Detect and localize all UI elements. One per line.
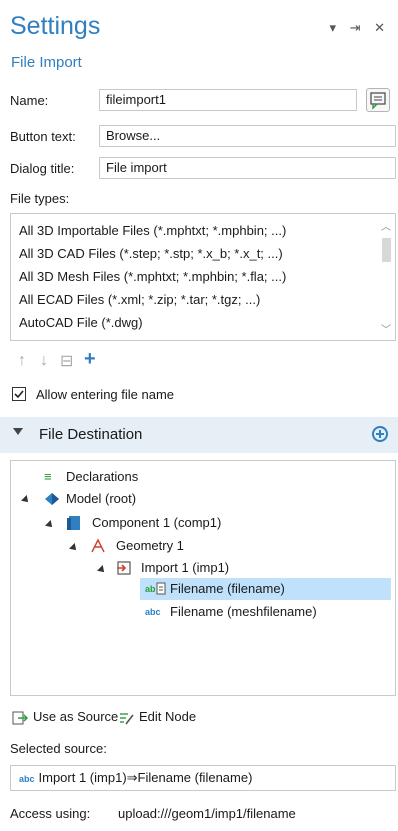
- file-types-list[interactable]: All 3D Importable Files (*.mphtxt; *.mph…: [10, 213, 396, 341]
- list-item[interactable]: All 3D CAD Files (*.step; *.stp; *.x_b; …: [11, 242, 395, 265]
- add-icon[interactable]: +: [84, 348, 96, 371]
- scroll-thumb[interactable]: [382, 238, 391, 262]
- window-controls[interactable]: ▾ ⇥ ✕: [329, 20, 390, 36]
- text-variable-icon: abc: [19, 774, 35, 784]
- note-button[interactable]: [366, 88, 390, 112]
- list-icon: ≡: [44, 469, 52, 484]
- use-source-icon: [12, 711, 28, 725]
- dialog-title-field[interactable]: File import: [99, 157, 396, 179]
- file-icon: [156, 582, 166, 595]
- scroll-down-icon[interactable]: ﹀: [381, 321, 391, 336]
- section-title: File Destination: [39, 426, 143, 443]
- allow-entering-label: Allow entering file name: [36, 387, 175, 402]
- list-item[interactable]: AutoCAD File (*.dwg): [11, 311, 395, 334]
- selected-source-label: Selected source:: [10, 741, 107, 756]
- model-icon: [45, 493, 59, 505]
- list-item[interactable]: All ECAD Files (*.xml; *.zip; *.tar; *.t…: [11, 288, 395, 311]
- list-item[interactable]: All 3D Mesh Files (*.mphtxt; *.mphbin; *…: [11, 265, 395, 288]
- text-variable-icon: abc: [145, 607, 161, 617]
- move-down-icon[interactable]: ↓: [40, 352, 48, 370]
- name-label: Name:: [10, 93, 49, 108]
- check-icon: [14, 390, 24, 399]
- button-text-label: Button text:: [10, 129, 76, 144]
- list-scrollbar[interactable]: ︿ ﹀: [378, 215, 394, 339]
- text-field-icon: ab: [145, 584, 156, 594]
- selected-source-field: abc Import 1 (imp1)⇒Filename (filename): [10, 765, 396, 791]
- scroll-up-icon[interactable]: ︿: [381, 218, 391, 233]
- edit-node-icon: [120, 713, 134, 725]
- comment-icon: [370, 92, 386, 110]
- page-subtitle: File Import: [11, 54, 82, 71]
- dialog-title-label: Dialog title:: [10, 161, 75, 176]
- file-destination-section[interactable]: File Destination: [0, 417, 398, 453]
- move-up-icon[interactable]: ↑: [18, 352, 26, 370]
- name-field[interactable]: fileimport1: [99, 89, 357, 111]
- geometry-icon: [91, 538, 105, 553]
- button-text-field[interactable]: Browse...: [99, 125, 396, 147]
- collapse-arrow-icon[interactable]: [13, 428, 23, 435]
- allow-entering-checkbox[interactable]: [12, 387, 26, 401]
- add-circle-icon[interactable]: [372, 426, 388, 442]
- access-using-value: upload:///geom1/imp1/filename: [118, 806, 296, 821]
- file-types-label: File types:: [10, 191, 70, 206]
- import-icon: [117, 561, 131, 575]
- access-using-label: Access using:: [10, 806, 91, 821]
- list-item[interactable]: All 3D Importable Files (*.mphtxt; *.mph…: [11, 219, 395, 242]
- page-title: Settings: [10, 12, 101, 40]
- component-icon: [67, 516, 80, 530]
- clear-icon[interactable]: ⊟: [60, 351, 73, 371]
